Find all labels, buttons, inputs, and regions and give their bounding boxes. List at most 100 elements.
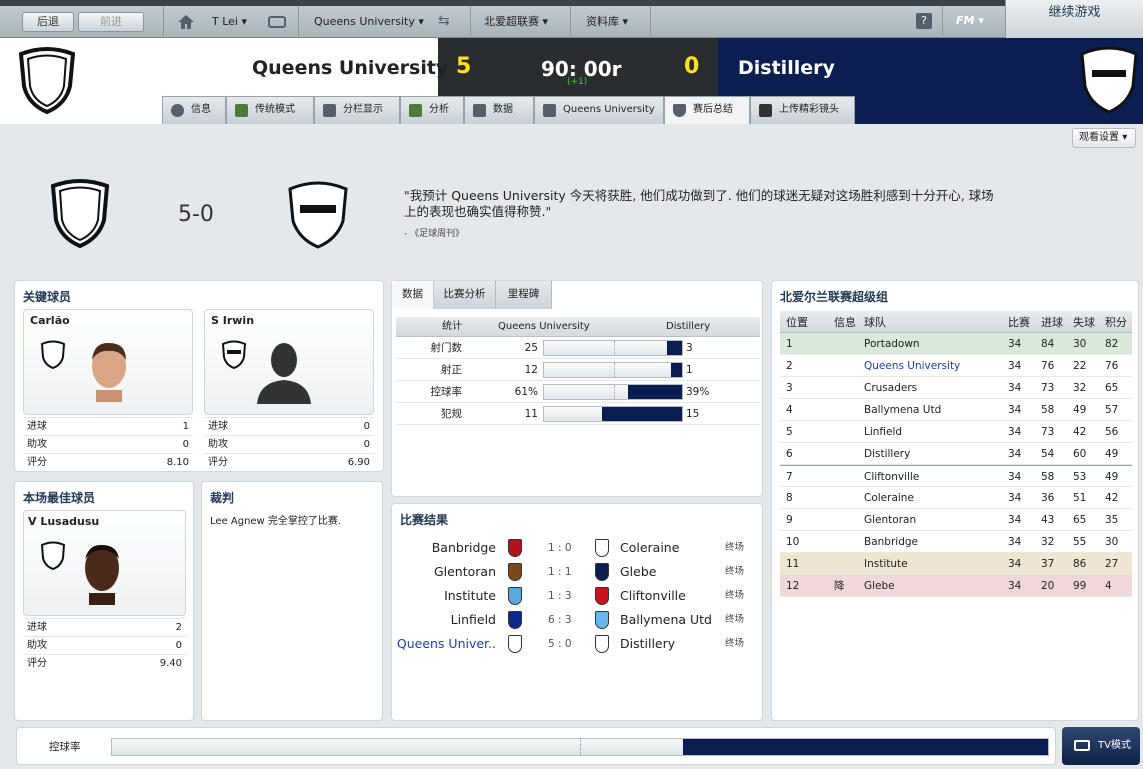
result-home-team[interactable]: Banbridge [432,536,496,560]
fm-menu-button[interactable]: FM ▾ [956,13,990,29]
row-points: 4 [1105,580,1112,592]
view-settings-label: 观看设置 [1079,132,1119,143]
row-goals-for: 36 [1041,492,1055,504]
stat-value: 0 [363,439,370,450]
row-played: 34 [1008,426,1022,438]
tv-mode-button[interactable]: TV模式 [1062,727,1140,765]
tab-split-view[interactable]: 分栏显示 [314,96,400,124]
club-dropdown[interactable]: Queens University ▾ [306,9,431,35]
result-home-team[interactable]: Glentoran [434,560,496,584]
home-crest-icon [18,47,76,115]
possession-away-fill [682,739,1048,755]
result-away-team[interactable]: Distillery [620,632,675,656]
tab-stats[interactable]: 数据 [464,96,534,124]
col-goals-against[interactable]: 失球 [1073,314,1095,330]
tab-post-match-summary[interactable]: 赛后总结 [664,96,750,124]
database-dropdown[interactable]: 资料库 ▾ [578,9,648,35]
league-row[interactable]: 6 Distillery 34 54 60 49 [780,443,1132,465]
continue-game-button[interactable]: 继续游戏 [1005,0,1143,38]
stat-home-value: 11 [524,408,538,420]
league-row[interactable]: 11 Institute 34 37 86 27 [780,553,1132,575]
league-row[interactable]: 8 Coleraine 34 36 51 42 [780,487,1132,509]
tab-info[interactable]: 信息 [162,96,226,124]
chevron-down-icon: ▾ [418,15,424,28]
view-settings-button[interactable]: 观看设置 ▾ [1072,128,1136,148]
row-points: 49 [1105,448,1119,460]
swap-icon[interactable]: ⇆ [438,13,450,29]
tab-stats-data[interactable]: 数据 [392,281,434,309]
result-away-team[interactable]: Coleraine [620,536,679,560]
team-icon [543,104,556,117]
player-card[interactable]: V Lusadusu [23,510,186,616]
panel-title: 比赛结果 [400,513,449,527]
tab-milestones[interactable]: 里程碑 [496,281,552,309]
col-info[interactable]: 信息 [834,314,856,330]
result-away-team[interactable]: Cliftonville [620,584,686,608]
forward-button[interactable]: 前进 [78,12,144,32]
inbox-icon[interactable] [268,16,286,28]
manager-dropdown[interactable]: T Lei ▾ [204,9,260,35]
col-goals-for[interactable]: 进球 [1041,314,1063,330]
home-crest-icon [508,611,522,629]
league-row[interactable]: 9 Glentoran 34 43 65 35 [780,509,1132,531]
tab-match-analysis[interactable]: 比赛分析 [434,281,496,309]
help-button[interactable]: ? [916,13,932,29]
league-row[interactable]: 4 Ballymena Utd 34 58 49 57 [780,399,1132,421]
league-row[interactable]: 5 Linfield 34 73 42 56 [780,421,1132,443]
tab-team[interactable]: Queens University [534,96,664,124]
col-team[interactable]: 球队 [864,314,886,330]
tab-analysis[interactable]: 分析 [400,96,464,124]
result-home-team[interactable]: Institute [444,584,496,608]
result-home-team[interactable]: Queens Univer.. [397,632,496,656]
result-away-team[interactable]: Glebe [620,560,656,584]
tab-upload-highlights[interactable]: 上传精彩镜头 [750,96,855,124]
league-row[interactable]: 2 Queens University 34 76 22 76 [780,355,1132,377]
stat-bar-away-fill [602,407,682,421]
home-crest-icon [508,635,522,653]
col-played[interactable]: 比赛 [1008,314,1030,330]
league-row[interactable]: 3 Crusaders 34 73 32 65 [780,377,1132,399]
panel-title: 本场最佳球员 [23,491,96,505]
stats-table: 统计 Queens University Distillery 射门数 25 3 射正… [396,317,760,429]
bar-midline [614,341,615,355]
possession-midline [580,739,581,755]
result-status: 终场 [725,542,745,553]
tab-label: 传统模式 [255,104,295,115]
player-card[interactable]: S Irwin [204,309,374,415]
club-crest-icon [40,541,66,571]
result-away-team[interactable]: Ballymena Utd [620,608,712,632]
stat-label: 评分 [208,457,228,468]
analysis-icon [409,104,422,117]
result-home-team[interactable]: Linfield [451,608,496,632]
col-points[interactable]: 积分 [1105,314,1127,330]
header-away: Distillery [666,321,711,332]
quote-source: - 《足球周刊》 [404,229,465,239]
row-played: 34 [1008,580,1022,592]
league-row[interactable]: 1 Portadown 34 84 30 82 [780,333,1132,355]
panel-title: 北爱尔兰联赛超级组 [780,290,889,304]
row-team: Institute [864,558,908,570]
stat-label: 进球 [208,421,228,432]
manager-name: T Lei [212,15,238,28]
row-position: 11 [786,558,800,570]
stat-value: 0 [182,439,189,450]
league-row[interactable]: 12 降 Glebe 34 20 99 4 [780,575,1132,597]
panel-title: 关键球员 [23,290,72,304]
home-icon[interactable] [176,13,196,31]
tab-classic[interactable]: 传统模式 [226,96,314,124]
stat-label: 助攻 [27,640,47,651]
stat-bar [543,362,683,378]
result-score: 1 : 1 [548,566,572,578]
league-dropdown[interactable]: 北爱超联赛 ▾ [476,9,566,35]
pitch-icon [235,104,248,117]
back-button[interactable]: 后退 [22,12,74,32]
player-card[interactable]: Carlão [23,309,193,415]
league-name: 北爱超联赛 [484,15,539,28]
league-row[interactable]: 10 Banbridge 34 32 55 30 [780,531,1132,553]
league-row[interactable]: 7 Cliftonville 34 58 53 49 [780,465,1132,487]
player-photo [85,544,119,605]
row-team: Crusaders [864,382,918,394]
col-position[interactable]: 位置 [786,314,808,330]
final-score: 5-0 [178,202,214,227]
row-team: Linfield [864,426,903,438]
